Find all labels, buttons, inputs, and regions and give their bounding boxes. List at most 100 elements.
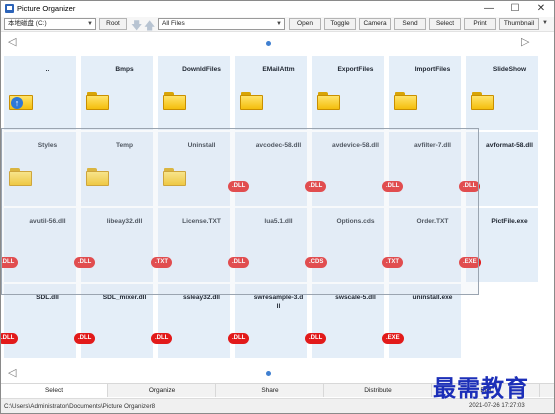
- file-tile[interactable]: ↑..: [4, 56, 76, 130]
- maximize-icon[interactable]: ☐: [503, 1, 527, 16]
- file-tile[interactable]: Styles: [4, 132, 76, 206]
- file-name: ssleay32.dll: [182, 294, 221, 301]
- file-tile[interactable]: EMailAttm: [235, 56, 307, 130]
- file-tile[interactable]: DownldFiles: [158, 56, 230, 130]
- file-type-badge: .DLL: [228, 333, 250, 344]
- file-type-badge: .EXE: [382, 333, 404, 344]
- file-tile[interactable]: avutil-56.dll: [4, 208, 76, 282]
- app-icon: [5, 4, 14, 13]
- folder-icon: [471, 92, 494, 110]
- file-name: SlideShow: [492, 66, 527, 73]
- minimize-icon[interactable]: —: [477, 1, 501, 16]
- file-name: avcodec-58.dll: [255, 142, 302, 149]
- file-tile[interactable]: PictFile.exe: [466, 208, 538, 282]
- chevron-down-icon[interactable]: ▼: [542, 20, 548, 26]
- file-tile[interactable]: ExportFiles: [312, 56, 384, 130]
- file-name: libeay32.dll: [106, 218, 143, 225]
- file-tile[interactable]: Bmps: [81, 56, 153, 130]
- file-tile[interactable]: SDL.dll: [4, 284, 76, 358]
- drive-select-value: 本地磁盘 (C:): [8, 20, 47, 27]
- file-tile[interactable]: Options.cds: [312, 208, 384, 282]
- root-button[interactable]: Root: [99, 18, 127, 30]
- folder-icon: [86, 92, 109, 110]
- page-indicator[interactable]: [266, 41, 271, 46]
- thumbnail-button[interactable]: Thumbnail: [499, 18, 539, 30]
- folder-icon: [394, 92, 417, 110]
- file-name: EMailAttm: [262, 66, 295, 73]
- toggle-button[interactable]: Toggle: [324, 18, 356, 30]
- file-name: avfilter-7.dll: [413, 142, 451, 149]
- file-type-badge: .DLL: [74, 257, 96, 268]
- file-type-badge: .DLL: [74, 333, 96, 344]
- file-type-badge: .DLL: [1, 333, 19, 344]
- file-name: ..: [45, 66, 50, 73]
- up-folder-icon: ↑: [9, 91, 33, 110]
- file-tile[interactable]: ssleay32.dll: [158, 284, 230, 358]
- watermark: 最需教育: [433, 375, 529, 402]
- file-name: ImportFiles: [414, 66, 451, 73]
- tab-distribute[interactable]: Distribute: [325, 384, 432, 397]
- file-tile[interactable]: Temp: [81, 132, 153, 206]
- file-name: ExportFiles: [337, 66, 374, 73]
- tab-organize[interactable]: Organize: [109, 384, 216, 397]
- folder-icon: [86, 168, 109, 186]
- file-type-badge: .DLL: [382, 181, 404, 192]
- file-tile[interactable]: lua5.1.dll: [235, 208, 307, 282]
- print-button[interactable]: Print: [464, 18, 496, 30]
- file-type-badge: .TXT: [151, 257, 172, 268]
- file-name: License.TXT: [182, 218, 221, 225]
- file-tile[interactable]: uninstall.exe: [389, 284, 461, 358]
- file-name: PictFile.exe: [491, 218, 528, 225]
- page-nav-top: ◁ ▷: [1, 33, 554, 51]
- prev-page-icon[interactable]: ◁: [8, 35, 16, 48]
- chevron-down-icon: ▼: [276, 21, 282, 27]
- file-name: Bmps: [115, 66, 134, 73]
- current-path: C:\Users\Administrator\Documents\Picture…: [4, 403, 156, 410]
- file-tile[interactable]: swresample-3.dll: [235, 284, 307, 358]
- file-grid: ↑.. Bmps DownldFiles EMailAttm ExportFiles Im…: [1, 53, 554, 361]
- file-name: lua5.1.dll: [264, 218, 293, 225]
- file-tile[interactable]: avcodec-58.dll: [235, 132, 307, 206]
- file-tile[interactable]: SlideShow: [466, 56, 538, 130]
- file-tile[interactable]: libeay32.dll: [81, 208, 153, 282]
- file-tile[interactable]: avfilter-7.dll: [389, 132, 461, 206]
- open-button[interactable]: Open: [289, 18, 321, 30]
- file-tile[interactable]: License.TXT: [158, 208, 230, 282]
- next-page-icon[interactable]: ▷: [521, 35, 529, 48]
- app-window: Picture Organizer — ☐ ✕ 本地磁盘 (C:) ▼ Root…: [0, 0, 555, 414]
- prev-page-icon[interactable]: ◁: [8, 366, 16, 379]
- filter-select[interactable]: All Files ▼: [158, 18, 285, 30]
- title-bar: Picture Organizer — ☐ ✕: [1, 1, 554, 16]
- select-button[interactable]: Select: [429, 18, 461, 30]
- file-name: Temp: [115, 142, 134, 149]
- drive-select[interactable]: 本地磁盘 (C:) ▼: [4, 18, 96, 30]
- filter-select-value: All Files: [162, 20, 185, 27]
- page-indicator[interactable]: [266, 371, 271, 376]
- file-name: Styles: [37, 142, 58, 149]
- file-type-badge: .DLL: [228, 257, 250, 268]
- file-tile[interactable]: Uninstall: [158, 132, 230, 206]
- file-type-badge: .DLL: [1, 257, 19, 268]
- file-name: DownldFiles: [182, 66, 221, 73]
- file-type-badge: .TXT: [382, 257, 403, 268]
- folder-icon: [317, 92, 340, 110]
- file-name: avutil-56.dll: [29, 218, 66, 225]
- folder-icon: [240, 92, 263, 110]
- camera-button[interactable]: Camera: [359, 18, 391, 30]
- file-tile[interactable]: SDL_mixer.dll: [81, 284, 153, 358]
- tab-share[interactable]: Share: [217, 384, 324, 397]
- file-type-badge: .DLL: [459, 181, 481, 192]
- tab-select[interactable]: Select: [1, 384, 108, 397]
- file-name: Order.TXT: [416, 218, 449, 225]
- file-type-badge: .CDS: [305, 257, 328, 268]
- send-button[interactable]: Send: [394, 18, 426, 30]
- file-tile[interactable]: swscale-5.dll: [312, 284, 384, 358]
- close-icon[interactable]: ✕: [529, 1, 553, 16]
- file-tile[interactable]: ImportFiles: [389, 56, 461, 130]
- status-time: 2021-07-26 17:27:03: [469, 403, 525, 409]
- file-tile[interactable]: avdevice-58.dll: [312, 132, 384, 206]
- toolbar: 本地磁盘 (C:) ▼ Root 🡇 🡅 All Files ▼ Open To…: [1, 17, 554, 32]
- file-name: uninstall.exe: [412, 294, 453, 301]
- file-tile[interactable]: Order.TXT: [389, 208, 461, 282]
- file-tile[interactable]: avformat-58.dll: [466, 132, 538, 206]
